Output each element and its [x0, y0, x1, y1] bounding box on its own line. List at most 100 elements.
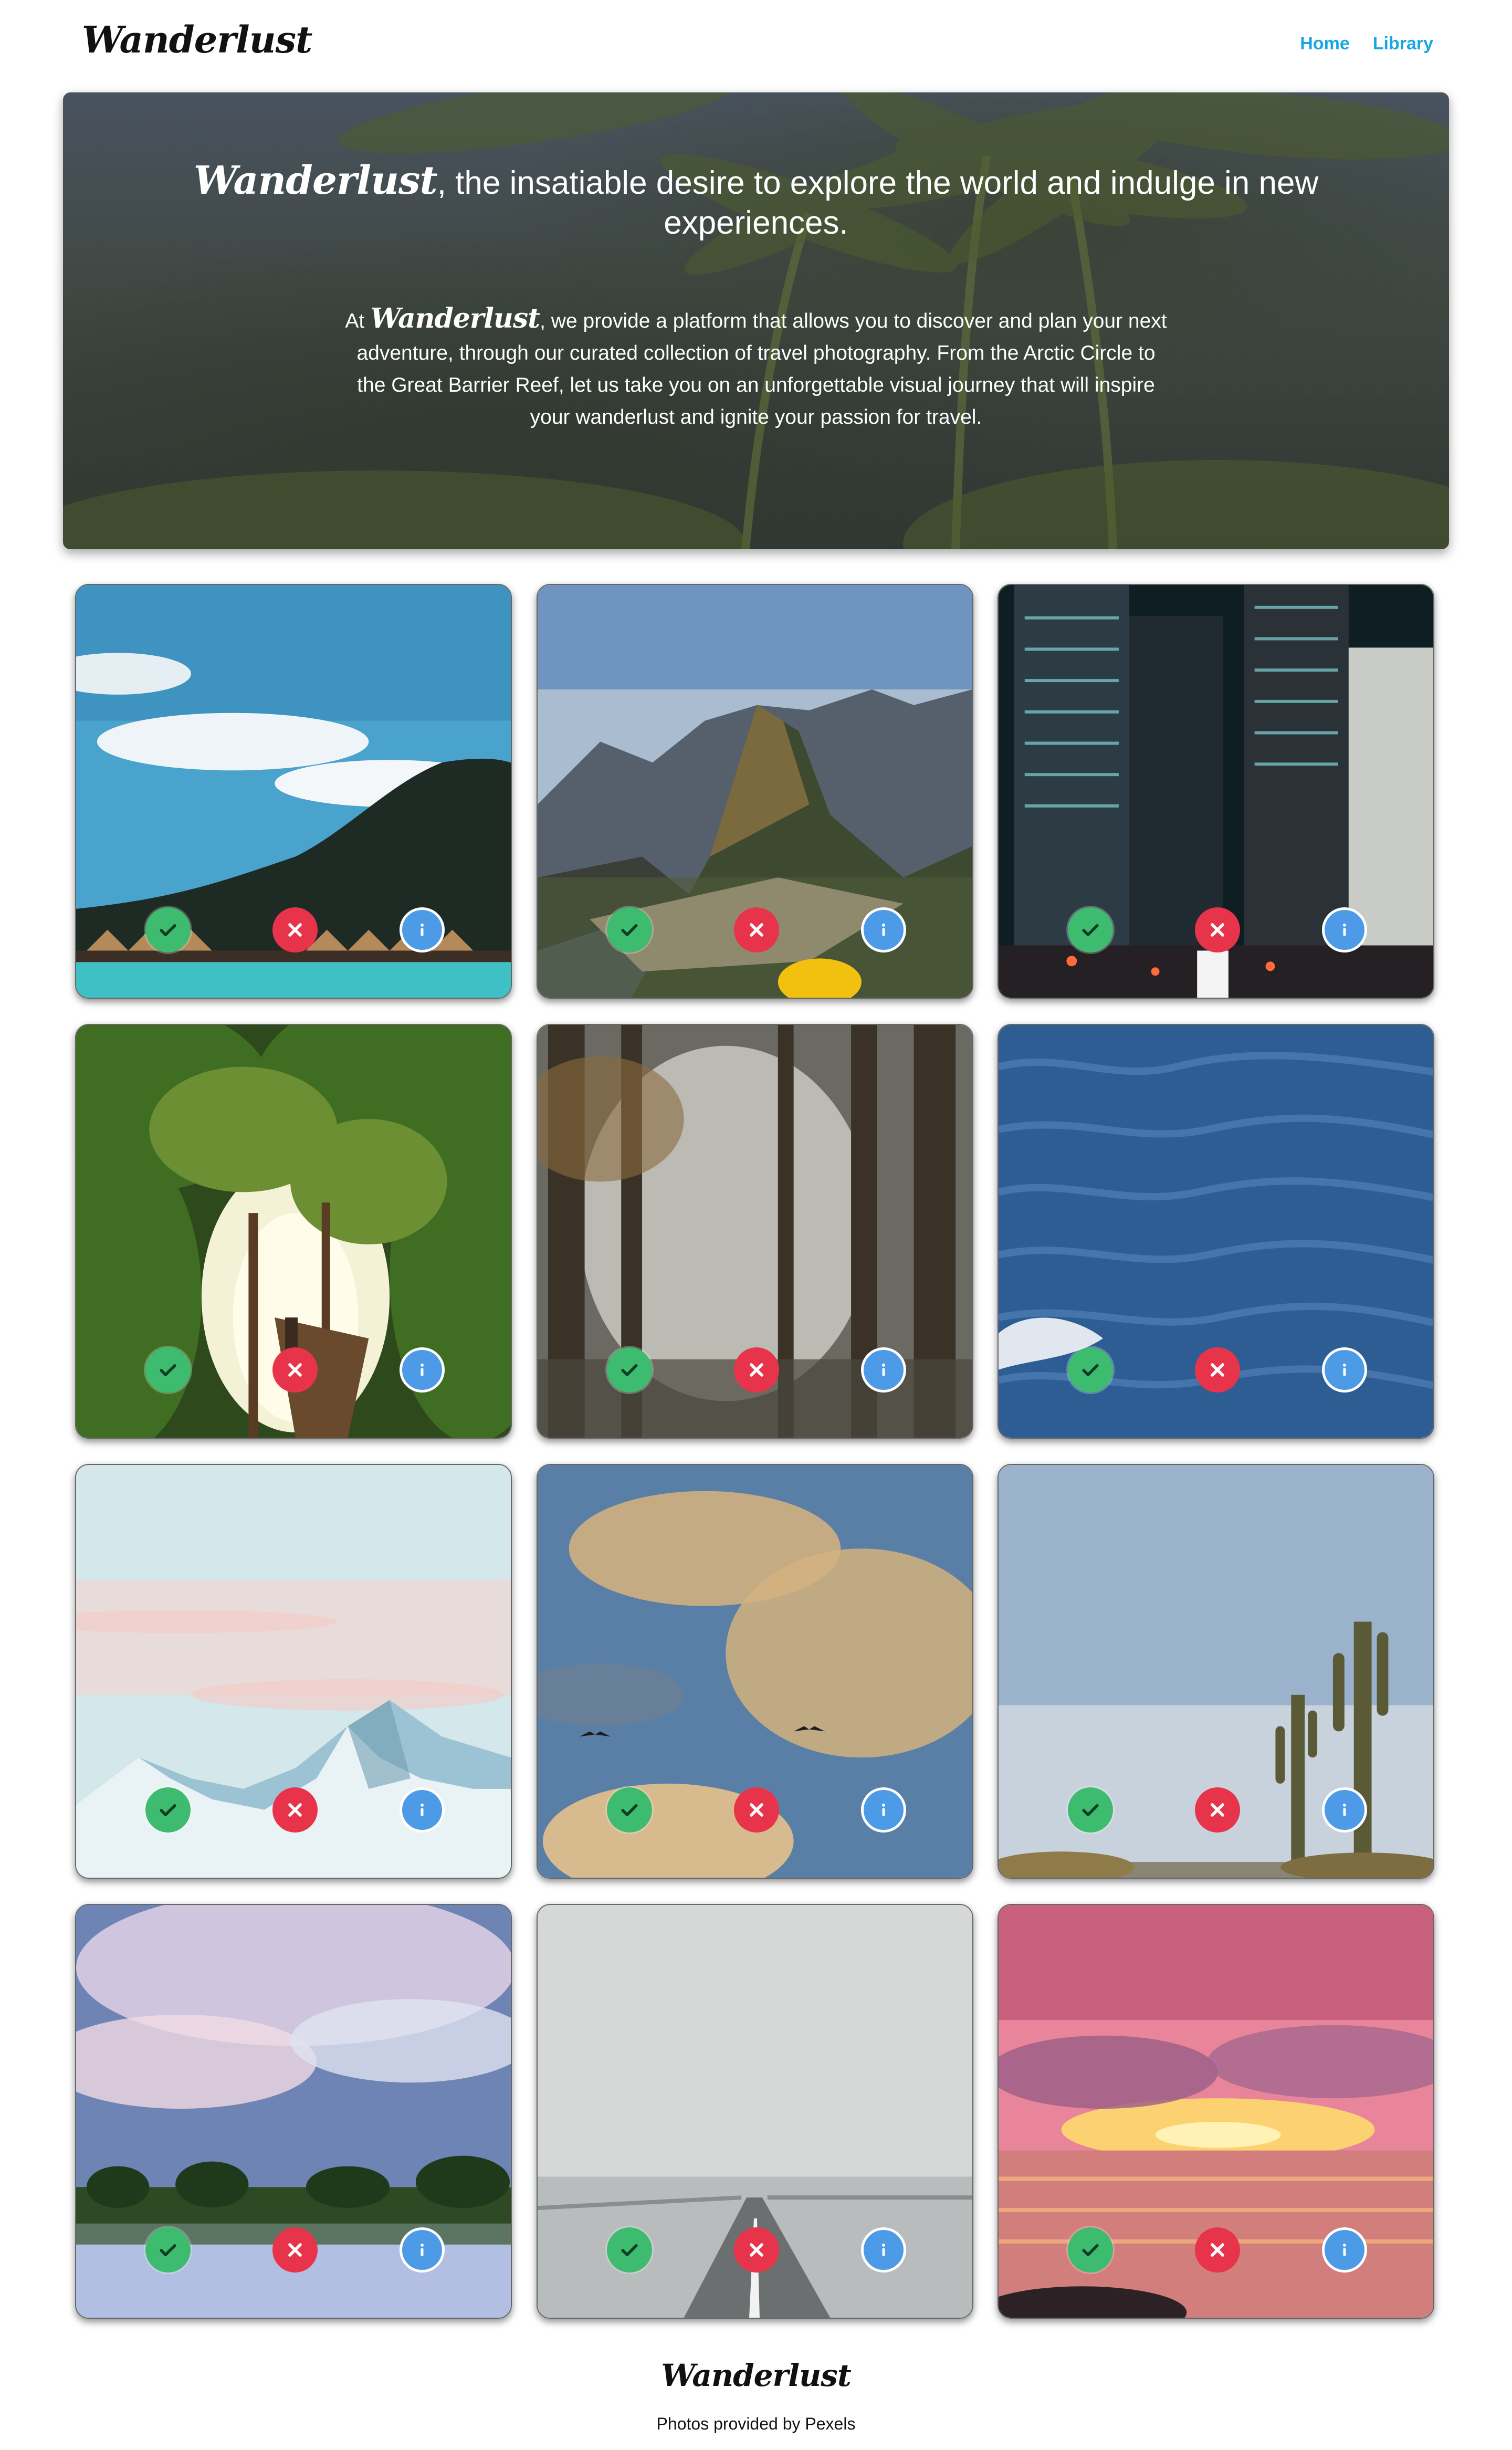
- reject-button[interactable]: [1195, 1347, 1240, 1392]
- hero-title-text: , the insatiable desire to explore the w…: [437, 165, 1319, 241]
- info-button[interactable]: [1322, 1347, 1367, 1392]
- x-icon: [746, 2239, 767, 2260]
- photo-actions: [999, 1787, 1433, 1835]
- info-button[interactable]: [400, 2227, 445, 2273]
- reject-button[interactable]: [272, 1347, 318, 1392]
- x-icon: [746, 1359, 767, 1380]
- photo-actions: [538, 1347, 972, 1395]
- info-button[interactable]: [861, 907, 906, 952]
- accept-button[interactable]: [145, 907, 191, 952]
- reject-button[interactable]: [734, 2227, 779, 2273]
- accept-button[interactable]: [145, 2227, 191, 2273]
- hero-banner: Wanderlust, the insatiable desire to exp…: [63, 92, 1449, 549]
- reject-button[interactable]: [1195, 1787, 1240, 1833]
- check-icon: [1079, 1358, 1102, 1381]
- accept-button[interactable]: [145, 1347, 191, 1392]
- main-nav: Home Library: [1300, 34, 1433, 54]
- check-icon: [156, 1358, 180, 1381]
- photo-card[interactable]: [998, 1024, 1434, 1439]
- accept-button[interactable]: [1068, 1347, 1113, 1392]
- reject-button[interactable]: [734, 907, 779, 952]
- reject-button[interactable]: [1195, 2227, 1240, 2273]
- check-icon: [156, 2238, 180, 2261]
- accept-button[interactable]: [1068, 2227, 1113, 2273]
- reject-button[interactable]: [734, 1787, 779, 1833]
- photo-card[interactable]: [537, 584, 973, 999]
- footer-logo: Wanderlust: [661, 2358, 852, 2393]
- hero-text-prefix: At: [345, 310, 371, 332]
- info-button[interactable]: [861, 1347, 906, 1392]
- accept-button[interactable]: [145, 1787, 191, 1833]
- info-button[interactable]: [400, 907, 445, 952]
- info-button[interactable]: [861, 2227, 906, 2273]
- reject-button[interactable]: [272, 2227, 318, 2273]
- info-icon: [873, 2239, 894, 2260]
- x-icon: [1207, 2239, 1228, 2260]
- reject-button[interactable]: [1195, 907, 1240, 952]
- x-icon: [285, 919, 306, 940]
- footer-credit: Photos provided by Pexels: [656, 2414, 856, 2433]
- reject-button[interactable]: [734, 1347, 779, 1392]
- photo-card[interactable]: [75, 1904, 512, 2319]
- photo-card[interactable]: [998, 1904, 1434, 2319]
- check-icon: [618, 1798, 641, 1821]
- x-icon: [1207, 1799, 1228, 1820]
- info-icon: [873, 1799, 894, 1820]
- photo-card[interactable]: [537, 1904, 973, 2319]
- x-icon: [285, 1359, 306, 1380]
- info-button[interactable]: [861, 1787, 906, 1833]
- photo-actions: [999, 1347, 1433, 1395]
- info-icon: [412, 1799, 433, 1820]
- info-icon: [1334, 1799, 1355, 1820]
- photo-card[interactable]: [998, 584, 1434, 999]
- info-button[interactable]: [1322, 907, 1367, 952]
- photo-actions: [76, 907, 511, 955]
- photo-card[interactable]: [537, 1464, 973, 1879]
- info-button[interactable]: [400, 1787, 445, 1833]
- photo-actions: [538, 2227, 972, 2275]
- x-icon: [746, 919, 767, 940]
- photo-card[interactable]: [998, 1464, 1434, 1879]
- photo-actions: [76, 1347, 511, 1395]
- check-icon: [1079, 2238, 1102, 2261]
- reject-button[interactable]: [272, 907, 318, 952]
- accept-button[interactable]: [607, 2227, 652, 2273]
- accept-button[interactable]: [607, 907, 652, 952]
- info-button[interactable]: [1322, 2227, 1367, 2273]
- info-icon: [1334, 919, 1355, 940]
- x-icon: [285, 1799, 306, 1820]
- info-icon: [873, 919, 894, 940]
- check-icon: [618, 1358, 641, 1381]
- hero-title: Wanderlust, the insatiable desire to exp…: [178, 161, 1334, 243]
- info-button[interactable]: [1322, 1787, 1367, 1833]
- accept-button[interactable]: [607, 1347, 652, 1392]
- photo-actions: [538, 907, 972, 955]
- info-icon: [873, 1359, 894, 1380]
- check-icon: [1079, 918, 1102, 941]
- accept-button[interactable]: [1068, 1787, 1113, 1833]
- check-icon: [156, 918, 180, 941]
- reject-button[interactable]: [272, 1787, 318, 1833]
- top-bar: Wanderlust Home Library: [0, 0, 1512, 89]
- x-icon: [1207, 919, 1228, 940]
- check-icon: [618, 2238, 641, 2261]
- site-logo[interactable]: Wanderlust: [82, 18, 312, 61]
- nav-home-link[interactable]: Home: [1300, 34, 1349, 54]
- photo-actions: [999, 2227, 1433, 2275]
- nav-library-link[interactable]: Library: [1373, 34, 1433, 54]
- photo-card[interactable]: [75, 1024, 512, 1439]
- info-icon: [1334, 2239, 1355, 2260]
- photo-card[interactable]: [75, 1464, 512, 1879]
- check-icon: [618, 918, 641, 941]
- info-icon: [412, 1359, 433, 1380]
- photo-card[interactable]: [537, 1024, 973, 1439]
- photo-actions: [76, 1787, 511, 1835]
- x-icon: [1207, 1359, 1228, 1380]
- accept-button[interactable]: [607, 1787, 652, 1833]
- hero-description: At Wanderlust, we provide a platform tha…: [341, 302, 1171, 433]
- info-button[interactable]: [400, 1347, 445, 1392]
- photo-card[interactable]: [75, 584, 512, 999]
- accept-button[interactable]: [1068, 907, 1113, 952]
- info-icon: [412, 2239, 433, 2260]
- photo-actions: [999, 907, 1433, 955]
